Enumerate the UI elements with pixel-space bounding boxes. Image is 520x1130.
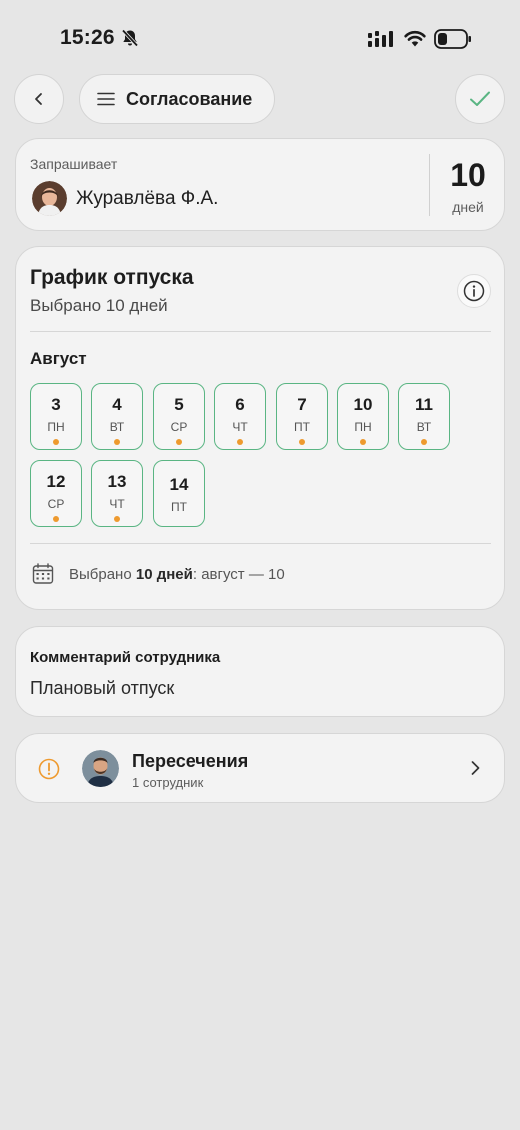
day-number: 5	[174, 395, 184, 414]
summary-text: Выбрано 10 дней: август — 10	[69, 565, 285, 583]
month-label: Август	[30, 349, 87, 368]
day-weekday: ЧТ	[109, 497, 125, 511]
back-button[interactable]	[14, 74, 64, 124]
comment-title: Комментарий сотрудника	[30, 649, 221, 666]
day-chip[interactable]: 3 ПН	[30, 383, 82, 450]
day-number: 14	[169, 475, 189, 494]
divider	[30, 543, 491, 544]
status-time: 15:26	[60, 26, 115, 49]
marker-dot	[360, 439, 366, 445]
day-weekday: ВТ	[416, 420, 432, 434]
day-number: 4	[112, 395, 122, 414]
day-weekday: ПТ	[294, 420, 310, 434]
day-chip[interactable]: 11 ВТ	[398, 383, 450, 450]
overlaps-title: Пересечения	[132, 751, 249, 771]
menu-title-button[interactable]: Согласование	[79, 74, 275, 124]
days-count: 10	[450, 157, 486, 193]
marker-dot	[53, 516, 59, 522]
marker-dot	[114, 439, 120, 445]
schedule-card: График отпуска Выбрано 10 дней Август 3 …	[15, 246, 505, 610]
bell-off-icon	[121, 29, 139, 47]
day-number: 3	[51, 395, 61, 414]
day-chip[interactable]: 14 ПТ	[153, 460, 205, 527]
day-chip[interactable]: 5 СР	[153, 383, 205, 450]
marker-dot	[421, 439, 427, 445]
selection-summary: Выбрано 10 дней: август — 10	[32, 563, 285, 585]
day-chip[interactable]: 13 ЧТ	[91, 460, 143, 527]
marker-dot	[114, 516, 120, 522]
marker-dot	[53, 439, 59, 445]
schedule-title: График отпуска	[30, 266, 194, 289]
check-icon	[470, 91, 490, 106]
avatar	[32, 181, 67, 216]
day-chip[interactable]: 10 ПН	[337, 383, 389, 450]
info-icon	[463, 280, 485, 302]
marker-dot	[299, 439, 305, 445]
day-weekday: ЧТ	[232, 420, 248, 434]
warning-icon	[38, 758, 60, 780]
page-title: Согласование	[126, 88, 253, 109]
day-chip[interactable]: 12 СР	[30, 460, 82, 527]
day-number: 6	[235, 395, 245, 414]
confirm-button[interactable]	[455, 74, 505, 124]
back-arrow-icon	[35, 93, 42, 105]
menu-icon	[97, 92, 115, 106]
day-number: 7	[297, 395, 307, 414]
day-weekday: ПН	[354, 420, 372, 434]
day-chip[interactable]: 4 ВТ	[91, 383, 143, 450]
signal-icon	[368, 31, 393, 47]
status-bar: 15:26	[0, 0, 520, 76]
info-button[interactable]	[457, 274, 491, 308]
schedule-subtitle: Выбрано 10 дней	[30, 296, 168, 315]
calendar-icon	[32, 563, 54, 584]
requester-card: Запрашивает Журавлёва Ф.А. 10 дней	[15, 138, 505, 231]
battery-icon	[434, 29, 471, 49]
avatar	[82, 750, 119, 787]
requester-name: Журавлёва Ф.А.	[76, 188, 219, 209]
day-number: 11	[415, 395, 433, 414]
marker-dot	[237, 439, 243, 445]
day-chip[interactable]: 6 ЧТ	[214, 383, 266, 450]
comment-text: Плановый отпуск	[30, 678, 175, 698]
overlaps-row[interactable]: Пересечения 1 сотрудник	[15, 733, 505, 803]
day-number: 12	[46, 472, 66, 491]
day-chip[interactable]: 7 ПТ	[276, 383, 328, 450]
day-weekday: СР	[170, 420, 188, 434]
wifi-icon	[404, 30, 426, 47]
marker-dot	[176, 439, 182, 445]
day-weekday: СР	[47, 497, 65, 511]
comment-card: Комментарий сотрудника Плановый отпуск	[15, 626, 505, 717]
chevron-right-icon	[471, 761, 480, 775]
day-number: 10	[353, 395, 373, 414]
day-weekday: ПН	[47, 420, 65, 434]
divider	[30, 331, 491, 332]
day-weekday: ПТ	[171, 500, 187, 514]
overlaps-subtitle: 1 сотрудник	[132, 775, 204, 790]
days-unit: дней	[452, 199, 484, 215]
requester-label: Запрашивает	[30, 156, 118, 172]
day-weekday: ВТ	[109, 420, 125, 434]
day-number: 13	[107, 472, 127, 491]
